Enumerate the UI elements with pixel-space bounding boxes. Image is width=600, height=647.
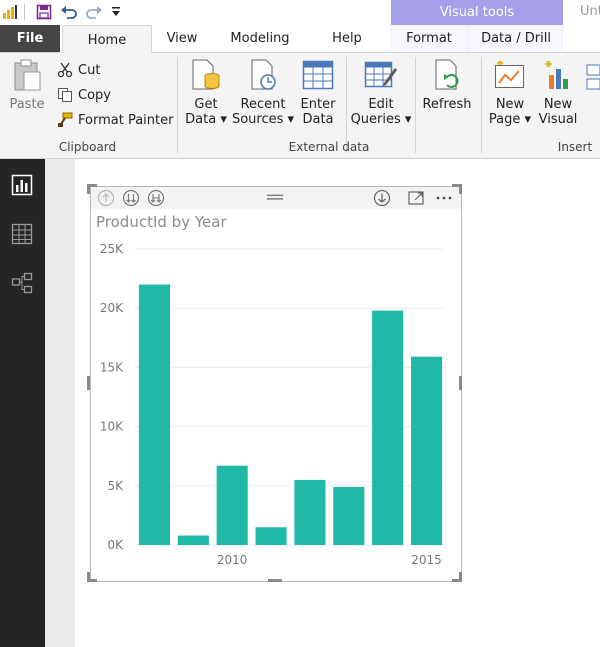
redo-icon[interactable] [84,3,104,21]
tab-file[interactable]: File [0,25,60,52]
new-page-icon [493,57,527,93]
model-view-icon[interactable] [10,271,34,295]
tab-format[interactable]: Format [392,25,466,52]
bar-2014[interactable] [372,310,404,545]
copy-icon [56,86,74,104]
tab-data-drill[interactable]: Data / Drill [470,25,562,52]
y-tick-label: 10K [100,420,124,434]
visual-header [91,187,461,209]
format-painter-icon [56,111,74,129]
bar-2008[interactable] [138,284,170,545]
refresh-icon [430,57,464,93]
recent-sources-icon [246,57,280,93]
drill-down-icon[interactable] [122,189,140,207]
ribbon-separator [415,57,416,153]
refresh-label: Refresh [422,97,472,112]
drill-up-icon[interactable] [97,189,115,207]
y-tick-label: 15K [100,360,124,374]
resize-handle-bottom[interactable] [268,579,282,582]
y-tick-label: 0K [107,538,124,552]
new-page-label: New Page ▾ [488,97,532,127]
ribbon: Paste Cut Copy Format Painter Clipboard … [0,53,600,159]
bar-2009[interactable] [177,535,209,545]
drill-mode-icon[interactable] [373,189,391,207]
more-options-icon[interactable] [435,189,453,207]
tab-help[interactable]: Help [318,25,376,52]
bar-chart-visual[interactable]: ProductId by Year 0K 5K 10K 15K 20K 25K 2010 20… [90,186,462,582]
resize-handle-bottom-left-v[interactable] [87,572,90,582]
canvas-gutter [45,159,75,647]
scissors-icon [56,61,74,79]
insert-more-button[interactable] [584,57,600,135]
recent-sources-label: Recent Sources ▾ [231,97,295,127]
table-icon [301,57,335,93]
external-data-group-label: External data [288,140,370,154]
recent-sources-button[interactable]: Recent Sources ▾ [231,57,295,135]
enter-data-label: Enter Data [300,97,336,127]
y-tick-label: 5K [107,479,124,493]
format-painter-button[interactable]: Format Painter [56,109,173,131]
tab-home[interactable]: Home [62,25,152,54]
bar-2015[interactable] [411,356,443,545]
y-tick-label: 20K [100,301,124,315]
database-icon [189,57,223,93]
get-data-button[interactable]: Get Data ▾ [184,57,228,135]
insert-group-label: Insert [557,140,593,154]
drag-handle-icon[interactable] [266,189,284,207]
ribbon-separator [481,57,482,153]
new-page-button[interactable]: New Page ▾ [488,57,532,135]
copy-label: Copy [78,87,111,103]
new-visual-button[interactable]: New Visual [536,57,580,135]
resize-handle-top-right-v[interactable] [459,184,462,194]
cut-button[interactable]: Cut [56,59,100,81]
format-painter-label: Format Painter [78,112,174,128]
get-data-label: Get Data ▾ [185,97,227,127]
tab-modeling[interactable]: Modeling [212,25,308,52]
bar-2012[interactable] [294,479,326,545]
window-title: Unt [580,4,600,19]
customize-toolbar-icon[interactable] [106,3,126,21]
undo-icon[interactable] [59,3,79,21]
resize-handle-bottom-right-v[interactable] [459,572,462,582]
ribbon-tab-bar: File Home View Modeling Help Format Data… [0,25,600,54]
refresh-button[interactable]: Refresh [420,57,474,135]
save-icon[interactable] [34,3,54,21]
enter-data-button[interactable]: Enter Data [296,57,340,135]
new-visual-icon [541,57,575,93]
edit-queries-button[interactable]: Edit Queries ▾ [350,57,412,135]
view-switcher [0,159,45,647]
ribbon-separator [177,57,178,153]
paste-button[interactable]: Paste [6,57,48,135]
data-view-icon[interactable] [10,222,34,246]
x-tick-label: 2015 [411,553,442,567]
bar-chart-plot: 0K 5K 10K 15K 20K 25K 2010 2015 [100,242,446,567]
ribbon-separator [346,57,347,153]
resize-handle-right[interactable] [459,376,462,390]
resize-handle-top-left-v[interactable] [87,184,90,194]
report-view-icon[interactable] [10,173,34,197]
expand-hierarchy-icon[interactable] [147,189,165,207]
edit-queries-label: Edit Queries ▾ [350,97,412,127]
edit-queries-icon [364,57,398,93]
cut-label: Cut [78,62,101,78]
bar-2013[interactable] [333,486,365,545]
paste-label: Paste [9,97,45,112]
clipboard-group-label: Clipboard [58,140,117,154]
chart-title: ProductId by Year [96,213,227,231]
y-tick-label: 25K [100,242,124,256]
focus-mode-icon[interactable] [407,189,425,207]
title-bar: Visual tools Unt [0,0,600,25]
new-visual-label: New Visual [538,97,578,127]
resize-handle-left[interactable] [87,376,90,390]
bar-2011[interactable] [255,527,287,545]
powerbi-logo-icon [0,3,20,21]
quick-access-separator [24,4,25,20]
bar-2010[interactable] [216,465,248,545]
paste-icon [10,57,44,93]
x-tick-label: 2010 [217,553,248,567]
text-box-icon [584,57,600,93]
copy-button[interactable]: Copy [56,84,111,106]
visual-tools-context-label: Visual tools [391,0,563,25]
tab-view[interactable]: View [152,25,212,52]
